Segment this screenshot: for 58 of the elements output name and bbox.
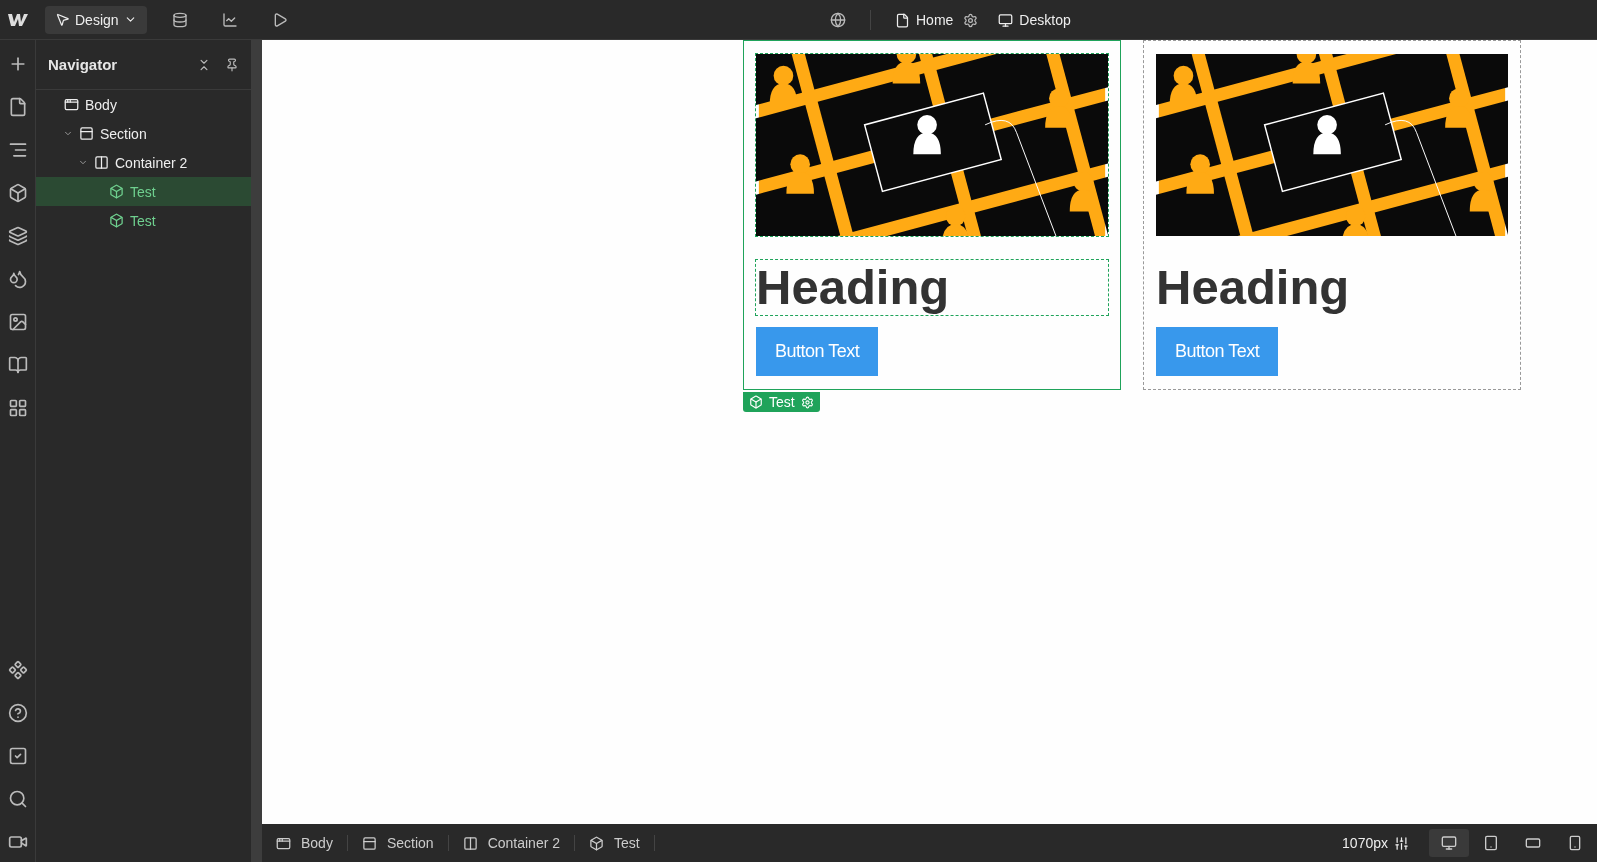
heading: Heading xyxy=(1156,260,1351,315)
container-icon xyxy=(94,155,109,170)
checkbox-icon[interactable] xyxy=(7,746,28,766)
droplets-icon[interactable] xyxy=(7,269,28,289)
image-icon[interactable] xyxy=(7,312,28,332)
heading: Heading xyxy=(756,260,1108,315)
scrollbar[interactable] xyxy=(251,40,262,862)
apps-icon[interactable] xyxy=(7,398,28,418)
breadcrumb[interactable]: Section xyxy=(361,835,449,851)
container-icon xyxy=(462,835,478,851)
navigator-item[interactable]: Test xyxy=(36,177,251,206)
section-icon xyxy=(361,835,377,851)
breakpoint-selector[interactable]: Desktop xyxy=(998,12,1071,28)
window-icon xyxy=(276,835,291,851)
settings-icon xyxy=(800,395,814,409)
pin-icon[interactable] xyxy=(225,57,239,72)
collapse-icon[interactable] xyxy=(197,57,211,72)
search-icon[interactable] xyxy=(7,789,28,809)
tablet-icon xyxy=(1483,835,1499,851)
layers-icon[interactable] xyxy=(7,226,28,246)
cube-icon xyxy=(109,184,124,199)
help-icon[interactable] xyxy=(7,703,28,723)
badge-label: Test xyxy=(769,394,795,410)
page-icon xyxy=(895,12,910,28)
cube-icon xyxy=(109,213,124,228)
navigator-item[interactable]: Test xyxy=(36,206,251,235)
phone-icon xyxy=(1567,835,1583,851)
navigator-item[interactable]: Container 2 xyxy=(36,148,251,177)
item-label: Test xyxy=(130,183,156,200)
panel-title: Navigator xyxy=(48,56,119,73)
mode-dropdown[interactable]: Design xyxy=(45,5,147,34)
item-label: Section xyxy=(100,125,147,142)
book-icon[interactable] xyxy=(7,355,28,375)
card[interactable]: Heading Button Text xyxy=(1143,40,1521,390)
desktop-icon xyxy=(1441,835,1457,851)
navigator-item[interactable]: Section xyxy=(36,119,251,148)
cursor-icon xyxy=(55,12,70,27)
breadcrumb[interactable]: Container 2 xyxy=(462,835,575,851)
breadcrumb[interactable]: Test xyxy=(589,835,655,851)
navigator-item[interactable]: Body xyxy=(36,90,251,119)
item-label: Body xyxy=(85,96,117,113)
cube-icon xyxy=(749,395,763,409)
globe-icon[interactable] xyxy=(830,12,846,28)
section-icon xyxy=(79,126,94,141)
cube-icon[interactable] xyxy=(7,183,28,203)
desktop-icon xyxy=(998,12,1014,28)
item-label: Container 2 xyxy=(115,154,188,171)
page-selector[interactable]: Home xyxy=(895,12,954,28)
device-button[interactable] xyxy=(1429,829,1469,857)
landscape-icon xyxy=(1525,835,1541,851)
settings-icon[interactable] xyxy=(963,12,979,28)
sliders-icon[interactable] xyxy=(1394,835,1409,851)
window-icon xyxy=(64,97,79,112)
cube-icon xyxy=(589,835,604,851)
navigator-icon[interactable] xyxy=(7,140,28,160)
item-label: Test xyxy=(130,212,156,229)
canvas-width: 1070px xyxy=(1342,835,1388,851)
breadcrumb[interactable]: Body xyxy=(276,835,348,851)
